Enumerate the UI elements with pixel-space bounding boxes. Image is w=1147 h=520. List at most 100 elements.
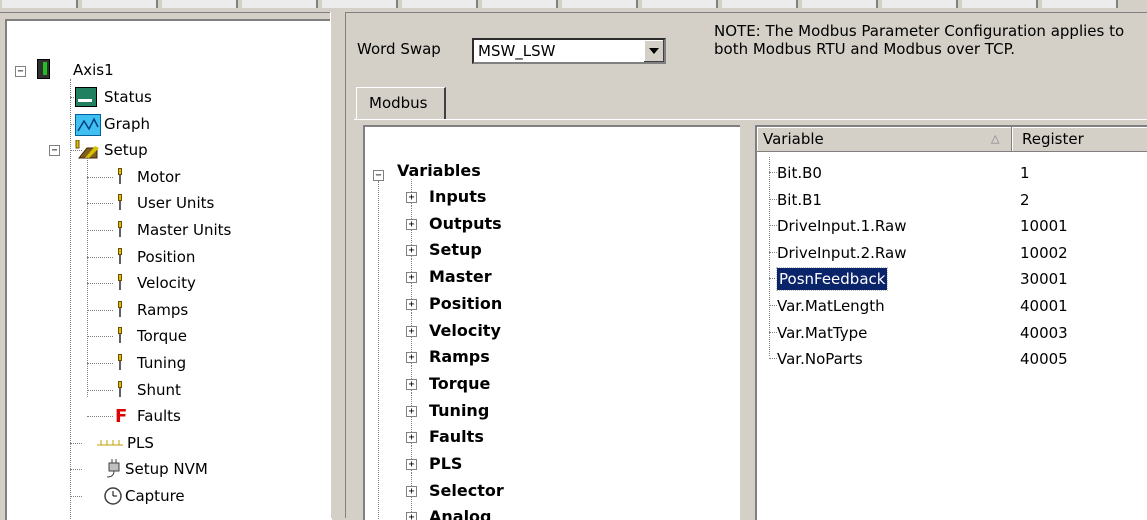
toolbar-segment[interactable] xyxy=(882,0,958,8)
expand-faults-icon[interactable]: + xyxy=(406,432,417,444)
dropdown-arrow-icon[interactable] xyxy=(643,40,664,62)
expand-position-icon[interactable]: + xyxy=(406,298,417,310)
pin-icon xyxy=(118,300,122,317)
expand-setup-icon[interactable]: + xyxy=(406,245,417,257)
toolbar-segment[interactable] xyxy=(322,0,398,8)
faults-f-icon: F xyxy=(115,406,128,428)
tree-item-user-units[interactable]: User Units xyxy=(137,190,214,216)
register-list[interactable]: Variable △ Register Bit.B0 1 Bit.B1 2 DriveI… xyxy=(755,125,1147,520)
tree-item-setup-nvm[interactable]: Setup NVM xyxy=(125,456,208,482)
toolbar-segment[interactable] xyxy=(1042,0,1118,8)
expand-selector-icon[interactable]: + xyxy=(406,485,417,497)
collapse-setup-icon[interactable]: − xyxy=(49,145,60,157)
variable-group-selector[interactable]: Selector xyxy=(429,478,504,504)
tab-modbus-label: Modbus xyxy=(369,94,428,112)
toolbar-segment[interactable] xyxy=(2,0,78,8)
toolbar-segment[interactable] xyxy=(82,0,158,8)
expand-pls-icon[interactable]: + xyxy=(406,459,417,470)
cell-register: 2 xyxy=(1020,190,1030,209)
table-row[interactable]: Var.NoParts 40005 xyxy=(757,346,1147,372)
top-toolbar-strip xyxy=(0,0,1147,13)
variables-root[interactable]: Variables xyxy=(397,158,481,184)
expand-torque-icon[interactable]: + xyxy=(406,378,417,390)
note-line-1: NOTE: The Modbus Parameter Configuration… xyxy=(714,22,1125,40)
tree-item-graph[interactable]: Graph xyxy=(104,111,150,137)
toolbar-segment[interactable] xyxy=(722,0,798,8)
variable-group-velocity[interactable]: Velocity xyxy=(429,318,501,344)
column-header-register[interactable]: Register xyxy=(1012,127,1147,152)
graph-icon xyxy=(75,113,101,136)
variable-group-pls[interactable]: PLS xyxy=(429,451,462,477)
variable-group-tuning[interactable]: Tuning xyxy=(429,398,489,424)
collapse-axis1-icon[interactable]: − xyxy=(15,66,26,77)
pin-icon xyxy=(118,247,122,264)
tree-item-velocity[interactable]: Velocity xyxy=(137,270,196,296)
tree-item-motor[interactable]: Motor xyxy=(137,164,180,190)
table-row[interactable]: Var.MatLength 40001 xyxy=(757,293,1147,319)
variable-group-setup[interactable]: Setup xyxy=(429,237,482,263)
tree-item-position[interactable]: Position xyxy=(137,244,195,270)
tree-item-capture[interactable]: Capture xyxy=(125,483,185,509)
word-swap-dropdown[interactable]: MSW_LSW xyxy=(472,38,666,64)
table-row[interactable]: Bit.B0 1 xyxy=(757,160,1147,186)
toolbar-segment[interactable] xyxy=(962,0,1038,8)
project-tree[interactable]: − Axis1 Status Graph − Setup Motor User Units… xyxy=(5,19,332,520)
tree-root-axis1[interactable]: Axis1 xyxy=(73,57,114,83)
tab-modbus[interactable]: Modbus xyxy=(356,87,446,120)
toolbar-segment[interactable] xyxy=(562,0,638,8)
tree-item-pls[interactable]: PLS xyxy=(127,430,154,456)
cell-register: 40003 xyxy=(1020,323,1068,342)
toolbar-segment[interactable] xyxy=(162,0,238,8)
table-row[interactable]: PosnFeedback 30001 xyxy=(757,266,1147,292)
variable-group-position[interactable]: Position xyxy=(429,291,502,317)
toolbar-segment[interactable] xyxy=(242,0,318,8)
pin-icon xyxy=(118,221,122,237)
cell-variable: Bit.B0 xyxy=(777,164,822,182)
column-header-variable[interactable]: Variable △ xyxy=(757,127,1012,152)
variable-group-faults[interactable]: Faults xyxy=(429,424,484,450)
pane-splitter[interactable] xyxy=(330,12,346,518)
tree-item-status[interactable]: Status xyxy=(104,84,152,110)
tree-item-master-units[interactable]: Master Units xyxy=(137,217,231,243)
cell-register: 40005 xyxy=(1020,350,1068,369)
toolbar-segment[interactable] xyxy=(482,0,558,8)
clock-icon xyxy=(103,486,123,510)
table-row[interactable]: DriveInput.2.Raw 10002 xyxy=(757,240,1147,266)
expand-ramps-icon[interactable]: + xyxy=(406,352,417,364)
cell-variable: PosnFeedback xyxy=(775,267,889,292)
expand-master-icon[interactable]: + xyxy=(406,272,417,284)
cell-variable: Var.MatType xyxy=(777,323,868,342)
collapse-variables-icon[interactable]: − xyxy=(373,170,384,181)
expand-tuning-icon[interactable]: + xyxy=(406,405,417,417)
table-row[interactable]: Bit.B1 2 xyxy=(757,187,1147,213)
tree-item-setup[interactable]: Setup xyxy=(104,137,148,163)
tree-item-ramps[interactable]: Ramps xyxy=(137,297,188,323)
variable-group-master[interactable]: Master xyxy=(429,264,492,290)
cell-register: 10001 xyxy=(1020,217,1068,236)
variables-tree[interactable]: − Variables + Inputs + Outputs + Setup + Master… xyxy=(363,125,740,520)
variable-group-inputs[interactable]: Inputs xyxy=(429,184,486,210)
table-row[interactable]: DriveInput.1.Raw 10001 xyxy=(757,213,1147,239)
tree-item-shunt[interactable]: Shunt xyxy=(137,377,181,403)
note-line-2: both Modbus RTU and Modbus over TCP. xyxy=(714,40,1016,58)
pin-icon xyxy=(118,194,122,211)
tree-item-faults[interactable]: Faults xyxy=(137,403,181,429)
toolbar-segment[interactable] xyxy=(642,0,718,8)
variable-group-torque[interactable]: Torque xyxy=(429,371,490,397)
expand-inputs-icon[interactable]: + xyxy=(406,192,417,203)
toolbar-segment[interactable] xyxy=(802,0,878,8)
expand-analog-icon[interactable]: + xyxy=(406,512,417,520)
variable-group-ramps[interactable]: Ramps xyxy=(429,344,490,370)
drive-icon xyxy=(37,59,50,79)
tree-item-torque[interactable]: Torque xyxy=(137,323,187,349)
tree-item-tuning[interactable]: Tuning xyxy=(137,350,186,376)
cell-variable: Bit.B1 xyxy=(777,190,822,209)
variable-group-outputs[interactable]: Outputs xyxy=(429,211,502,237)
word-swap-value: MSW_LSW xyxy=(478,42,556,60)
table-row[interactable]: Var.MatType 40003 xyxy=(757,320,1147,346)
expand-velocity-icon[interactable]: + xyxy=(406,325,417,337)
cell-variable: Var.MatLength xyxy=(777,297,885,315)
toolbar-segment[interactable] xyxy=(402,0,478,8)
expand-outputs-icon[interactable]: + xyxy=(406,218,417,230)
cell-register: 10002 xyxy=(1020,243,1068,262)
